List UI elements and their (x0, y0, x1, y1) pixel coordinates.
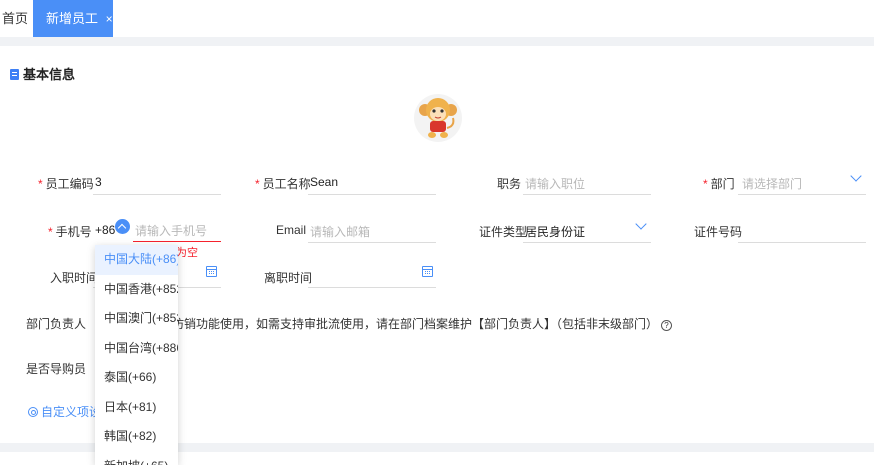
leave-date-label: 离职时间 (264, 271, 313, 285)
employee-name-input[interactable]: Sean (310, 175, 338, 189)
tab-home[interactable]: 首页 (0, 0, 30, 37)
department-label: * 部门 (703, 177, 735, 191)
hire-date-label: 入职时间 (50, 271, 99, 285)
employee-name-label: * 员工名称 (255, 177, 311, 191)
employee-code-underline (93, 194, 221, 195)
tab-bar: 首页 新增员工 × (0, 0, 874, 37)
id-number-underline (738, 242, 866, 243)
country-code-value[interactable]: +86 (95, 223, 115, 237)
phone-error: 为空 (176, 247, 198, 259)
phone-label: * 手机号 (48, 225, 92, 239)
id-number-label: 证件号码 (694, 225, 743, 239)
email-underline (308, 242, 436, 243)
section-title: 基本信息 (10, 64, 75, 83)
position-underline (523, 194, 651, 195)
dropdown-option[interactable]: 泰国(+66) (95, 363, 178, 393)
calendar-icon[interactable] (206, 266, 217, 277)
dropdown-option[interactable]: 中国大陆(+86) (95, 245, 178, 275)
tab-new-employee-label: 新增员工 (46, 11, 99, 26)
employee-code-label: * 员工编码 (38, 177, 94, 191)
department-select[interactable]: 请选择部门 (742, 175, 802, 192)
position-input[interactable]: 请输入职位 (525, 175, 585, 192)
gear-icon (28, 407, 38, 417)
leave-date-underline (308, 287, 436, 288)
document-icon (10, 69, 19, 80)
dropdown-option[interactable]: 中国澳门(+853) (95, 304, 178, 334)
is-guide-label: 是否导购员 (26, 362, 87, 376)
chevron-up-icon[interactable] (115, 219, 130, 234)
dept-head-note: 仿销功能使用，如需支持审批流使用，请在部门档案维护【部门负责人】（包括非末级部门… (172, 315, 673, 332)
dept-head-label: 部门负责人 (26, 317, 87, 331)
id-type-underline (523, 242, 651, 243)
dropdown-option[interactable]: 日本(+81) (95, 393, 178, 423)
tab-new-employee[interactable]: 新增员工 × (33, 0, 113, 37)
question-icon[interactable]: ? (661, 320, 673, 331)
email-label: Email (276, 223, 307, 237)
id-type-select[interactable]: 居民身份证 (525, 223, 585, 240)
position-label: 职务 (497, 177, 522, 191)
dropdown-option[interactable]: 韩国(+82) (95, 422, 178, 452)
id-type-label: 证件类型 (479, 225, 528, 239)
avatar[interactable] (413, 90, 463, 146)
employee-name-underline (308, 194, 436, 195)
dropdown-option[interactable]: 中国台湾(+886) (95, 334, 178, 364)
employee-code-input[interactable]: 3 (95, 175, 102, 189)
dropdown-option[interactable]: 中国香港(+852) (95, 275, 178, 305)
close-icon[interactable]: × (106, 12, 113, 26)
custom-fields-link[interactable]: 自定义项设 (28, 403, 101, 420)
phone-input[interactable]: 请输入手机号 (135, 222, 207, 239)
section-title-text: 基本信息 (23, 67, 76, 82)
dropdown-option[interactable]: 新加坡(+65) (95, 452, 178, 465)
email-input[interactable]: 请输入邮箱 (310, 223, 370, 240)
calendar-icon[interactable] (422, 266, 433, 277)
country-code-dropdown: 中国大陆(+86) 中国香港(+852) 中国澳门(+853) 中国台湾(+88… (95, 245, 178, 465)
phone-underline (133, 241, 221, 242)
department-underline (738, 194, 866, 195)
